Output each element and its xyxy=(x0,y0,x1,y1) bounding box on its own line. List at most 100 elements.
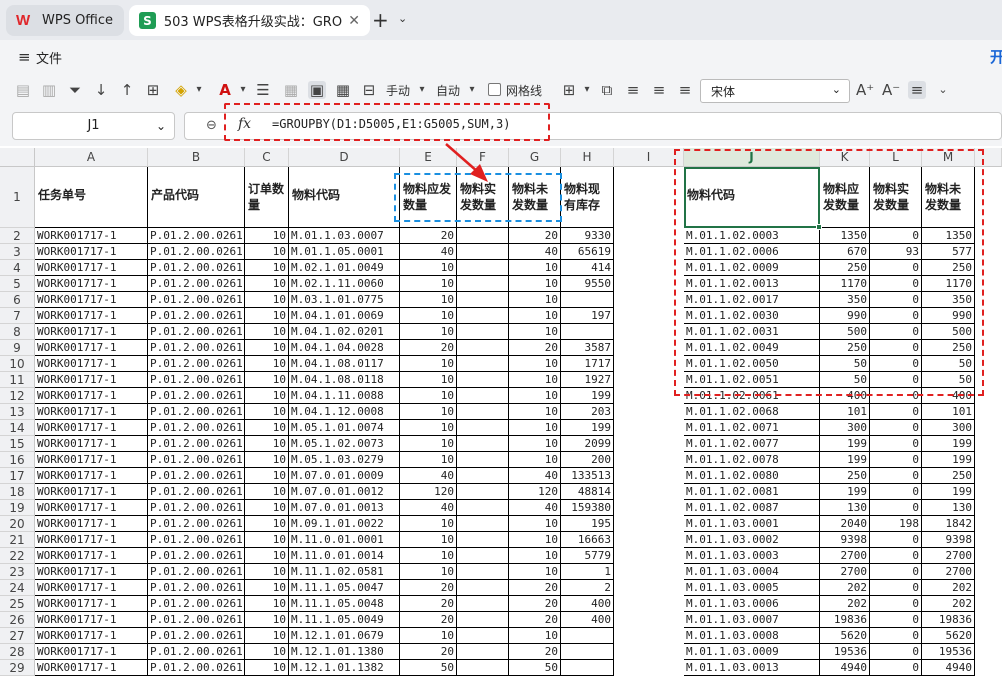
row-header[interactable]: 12 xyxy=(0,388,35,404)
cell-g[interactable]: 120 xyxy=(509,484,561,500)
cell-a[interactable]: WORK001717-1 xyxy=(35,564,148,580)
cell-h[interactable]: 2 xyxy=(561,580,614,596)
row-header[interactable]: 10 xyxy=(0,356,35,372)
font-color-dropdown-icon[interactable]: ▾ xyxy=(234,81,252,99)
align-right-icon[interactable]: ≡ xyxy=(676,81,694,99)
cell-e[interactable]: 10 xyxy=(400,260,457,276)
cell-l[interactable]: 0 xyxy=(870,468,922,484)
font-family-select[interactable]: 宋体 ⌄ xyxy=(700,79,850,103)
cell-b[interactable]: P.01.2.00.0261 xyxy=(148,228,245,244)
cell-b[interactable]: P.01.2.00.0261 xyxy=(148,356,245,372)
cell-l[interactable]: 0 xyxy=(870,644,922,660)
cell-j[interactable]: M.01.1.03.0003 xyxy=(684,548,820,564)
cell-a[interactable]: WORK001717-1 xyxy=(35,340,148,356)
cell-e[interactable]: 50 xyxy=(400,660,457,676)
cell-m[interactable]: 5620 xyxy=(922,628,975,644)
cell-a[interactable]: WORK001717-1 xyxy=(35,516,148,532)
column-header-b[interactable]: B xyxy=(148,148,245,167)
row-header[interactable]: 22 xyxy=(0,548,35,564)
column-header-h[interactable]: H xyxy=(561,148,614,167)
auto-calc-button[interactable]: 自动 xyxy=(436,82,460,99)
cell-k[interactable]: 4940 xyxy=(820,660,870,676)
cell-h[interactable] xyxy=(561,292,614,308)
cell-a[interactable]: WORK001717-1 xyxy=(35,308,148,324)
cell-l[interactable]: 0 xyxy=(870,436,922,452)
paste-icon[interactable]: ▤ xyxy=(14,81,32,99)
cell-k[interactable]: 202 xyxy=(820,596,870,612)
cell-b[interactable]: P.01.2.00.0261 xyxy=(148,516,245,532)
format-painter-icon[interactable]: ▥ xyxy=(40,81,58,99)
table-style-icon[interactable]: ⊞ xyxy=(560,81,578,99)
cell-h[interactable] xyxy=(561,660,614,676)
cell-k[interactable]: 2700 xyxy=(820,564,870,580)
cell-f[interactable] xyxy=(457,340,509,356)
cell-l[interactable]: 0 xyxy=(870,404,922,420)
cell-c[interactable]: 10 xyxy=(245,532,289,548)
cell-g[interactable]: 40 xyxy=(509,468,561,484)
cell-l[interactable]: 0 xyxy=(870,612,922,628)
cell-f[interactable] xyxy=(457,436,509,452)
cell-h[interactable]: 203 xyxy=(561,404,614,420)
cell-d[interactable]: M.04.1.01.0069 xyxy=(289,308,400,324)
cell-f[interactable] xyxy=(457,308,509,324)
row-header[interactable]: 28 xyxy=(0,644,35,660)
cell-b[interactable]: P.01.2.00.0261 xyxy=(148,564,245,580)
cell-d[interactable]: M.07.0.01.0012 xyxy=(289,484,400,500)
cell-g[interactable]: 10 xyxy=(509,532,561,548)
cell-m[interactable]: 199 xyxy=(922,436,975,452)
cell-l[interactable]: 0 xyxy=(870,420,922,436)
cell-e[interactable]: 20 xyxy=(400,596,457,612)
cell-d[interactable]: M.11.1.02.0581 xyxy=(289,564,400,580)
chevron-down-icon[interactable]: ⌄ xyxy=(398,12,407,25)
cell-e[interactable]: 40 xyxy=(400,468,457,484)
cell-g[interactable]: 10 xyxy=(509,404,561,420)
cell-g[interactable]: 10 xyxy=(509,308,561,324)
cell-k[interactable]: 202 xyxy=(820,580,870,596)
row-header[interactable]: 6 xyxy=(0,292,35,308)
cell-d[interactable]: M.12.1.01.1380 xyxy=(289,644,400,660)
cell-f[interactable] xyxy=(457,468,509,484)
cell-d[interactable]: M.05.1.03.0279 xyxy=(289,452,400,468)
cell-g[interactable]: 20 xyxy=(509,580,561,596)
new-tab-icon[interactable]: + xyxy=(372,8,389,32)
cell-c[interactable]: 10 xyxy=(245,292,289,308)
cell-c[interactable]: 10 xyxy=(245,660,289,676)
row-header[interactable]: 15 xyxy=(0,436,35,452)
cell-e[interactable]: 10 xyxy=(400,372,457,388)
cell-h[interactable]: 199 xyxy=(561,420,614,436)
cell-c[interactable]: 10 xyxy=(245,276,289,292)
row-header[interactable]: 3 xyxy=(0,244,35,260)
cell-e[interactable]: 10 xyxy=(400,324,457,340)
cell-e[interactable]: 10 xyxy=(400,628,457,644)
cell-c[interactable]: 10 xyxy=(245,420,289,436)
row-header[interactable]: 2 xyxy=(0,228,35,244)
cell-b[interactable]: P.01.2.00.0261 xyxy=(148,452,245,468)
cell-f[interactable] xyxy=(457,596,509,612)
fill-handle[interactable] xyxy=(816,224,822,230)
cell-e[interactable]: 10 xyxy=(400,292,457,308)
cell-f[interactable] xyxy=(457,612,509,628)
cell-e[interactable]: 10 xyxy=(400,564,457,580)
cell-e[interactable]: 10 xyxy=(400,436,457,452)
row-header[interactable]: 13 xyxy=(0,404,35,420)
cell-a[interactable]: WORK001717-1 xyxy=(35,532,148,548)
cell-f[interactable] xyxy=(457,324,509,340)
cell-k[interactable]: 300 xyxy=(820,420,870,436)
cell-m[interactable]: 19836 xyxy=(922,612,975,628)
cell-a[interactable]: WORK001717-1 xyxy=(35,404,148,420)
font-color-icon[interactable]: A xyxy=(216,81,234,99)
row-header[interactable]: 27 xyxy=(0,628,35,644)
cell-j[interactable]: M.01.1.02.0077 xyxy=(684,436,820,452)
row-header[interactable]: 21 xyxy=(0,532,35,548)
cell-m[interactable]: 9398 xyxy=(922,532,975,548)
cell-h[interactable]: 5779 xyxy=(561,548,614,564)
cell-a[interactable]: WORK001717-1 xyxy=(35,276,148,292)
row-header[interactable]: 18 xyxy=(0,484,35,500)
cell-e[interactable]: 10 xyxy=(400,420,457,436)
cell-j[interactable]: M.01.1.02.0081 xyxy=(684,484,820,500)
cell-d[interactable]: M.04.1.12.0008 xyxy=(289,404,400,420)
cell-f[interactable] xyxy=(457,532,509,548)
cell-a[interactable]: WORK001717-1 xyxy=(35,500,148,516)
cell-j[interactable]: M.01.1.03.0006 xyxy=(684,596,820,612)
cell-e[interactable]: 20 xyxy=(400,228,457,244)
